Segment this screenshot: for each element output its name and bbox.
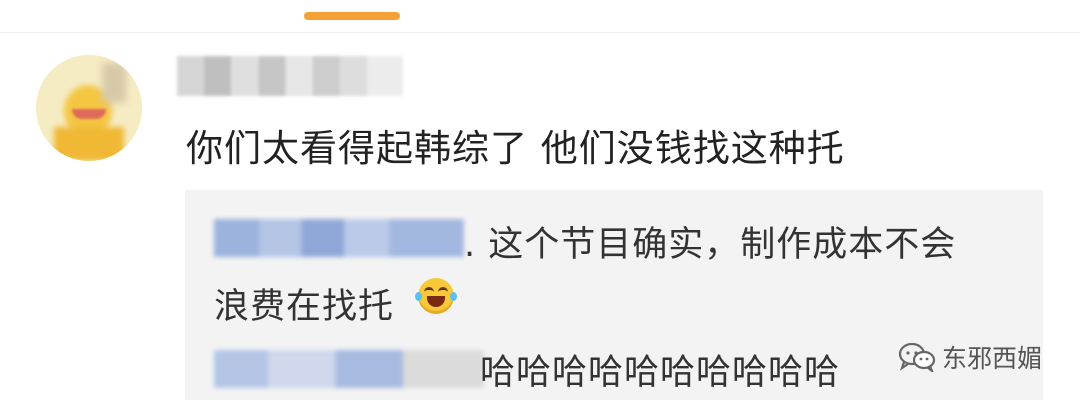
emoji-tear-left (415, 292, 422, 301)
watermark: 东邪西媚 (898, 340, 1042, 374)
emoji-eye-right (438, 287, 448, 294)
emoji-mouth (427, 296, 445, 307)
reply2-text: 哈哈哈哈哈哈哈哈哈哈 (480, 353, 841, 393)
reply-username-blurred[interactable] (214, 219, 464, 257)
laughing-emoji-icon (415, 278, 457, 314)
avatar[interactable] (36, 55, 142, 161)
comment-text: 你们太看得起韩综了 他们没钱找这种托 (186, 127, 845, 170)
watermark-text: 东邪西媚 (942, 344, 1043, 373)
emoji-tear-right (450, 292, 457, 301)
username-blurred[interactable] (177, 56, 403, 96)
emoji-eye-left (424, 287, 434, 294)
reply-text-line2: 浪费在找托 (214, 287, 395, 327)
active-tab-indicator (304, 12, 400, 20)
avatar-body (54, 127, 124, 161)
wechat-icon (898, 342, 936, 372)
avatar-blur-block (102, 63, 126, 103)
reply-text-line1: . 这个节目确实，制作成本不会 (464, 225, 957, 265)
reply2-username-blurred[interactable] (214, 350, 484, 388)
header-divider (0, 32, 1080, 33)
avatar-mouth (72, 109, 106, 119)
